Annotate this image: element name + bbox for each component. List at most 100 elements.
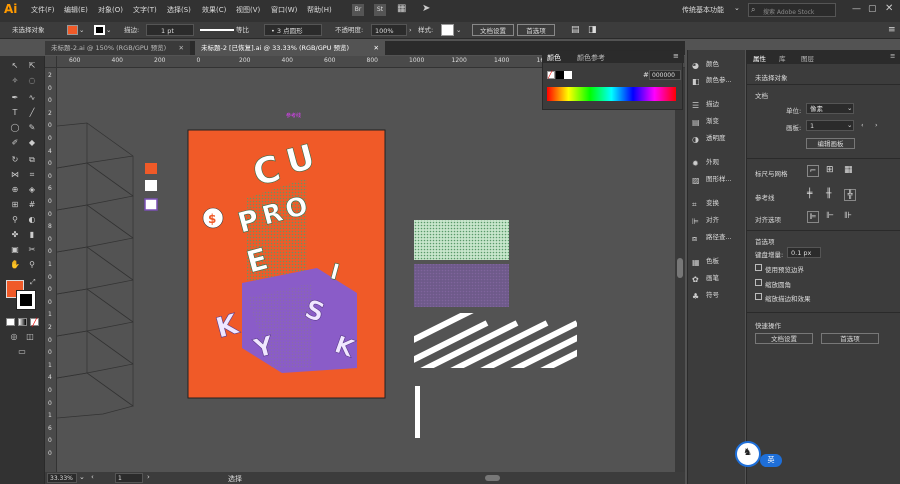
scale-corners-checkbox[interactable]	[755, 279, 762, 286]
stroke-profile-preview[interactable]	[200, 29, 234, 31]
draw-mode-icon[interactable]: ◎	[8, 331, 20, 342]
dock-item-color[interactable]: ◕ 颜色	[692, 58, 719, 70]
screen-mode-icon[interactable]: ▭	[16, 346, 28, 357]
swatch-orange[interactable]	[145, 163, 157, 174]
bridge-button[interactable]: Br	[352, 4, 364, 16]
stroke-profile[interactable]: 等比	[236, 24, 249, 36]
chevron-down-icon[interactable]: ⌄	[456, 24, 461, 36]
transparency-grid-icon[interactable]: ▦	[844, 165, 853, 175]
pen-tool-icon[interactable]: ✒	[9, 92, 21, 103]
eraser-icon[interactable]: ◆	[26, 137, 38, 148]
none-color-icon[interactable]: ╱	[547, 71, 555, 79]
dock-item-transform[interactable]: ⌗ 变换	[692, 197, 719, 209]
close-icon[interactable]: ✕	[179, 41, 184, 55]
opacity-input[interactable]: 100%	[371, 24, 407, 36]
chevron-down-icon[interactable]: ⌄	[79, 473, 85, 481]
selection-tool-icon[interactable]: ↖	[9, 60, 21, 71]
tab-color-guide[interactable]: 颜色参考	[577, 53, 605, 63]
chevron-down-icon[interactable]: ⌄	[79, 24, 84, 36]
stock-search-input[interactable]: ⌕ 搜索 Adobe Stock	[748, 3, 836, 17]
shape-builder-icon[interactable]: ⊕	[9, 184, 21, 195]
menu-view[interactable]: 视图(V)	[236, 5, 260, 15]
arrange-documents-icon[interactable]: ▦	[397, 3, 406, 14]
blend-tool-icon[interactable]: ◐	[26, 214, 38, 225]
tab-libraries[interactable]: 库	[779, 53, 786, 63]
type-tool-icon[interactable]: T	[9, 107, 21, 118]
ime-avatar[interactable]: ♞	[735, 441, 761, 467]
dock-item-swatches[interactable]: ▦ 色板	[692, 255, 719, 267]
menu-file[interactable]: 文件(F)	[31, 5, 55, 15]
dock-item-appearance[interactable]: ✹ 外观	[692, 156, 719, 168]
quick-document-setup-button[interactable]: 文档设置	[755, 333, 813, 344]
next-artboard-icon[interactable]: ›	[147, 473, 150, 481]
menu-select[interactable]: 选择(S)	[167, 5, 191, 15]
swatch-white[interactable]	[145, 180, 157, 191]
width-tool-icon[interactable]: ⋈	[9, 169, 21, 180]
scroll-thumb[interactable]	[677, 258, 683, 278]
ruler-toggle-icon[interactable]: ⌐	[807, 165, 819, 177]
stroke-weight-input[interactable]: 1 pt	[146, 24, 194, 36]
quick-preferences-button[interactable]: 首选项	[821, 333, 879, 344]
chevron-down-icon[interactable]: ⌄	[847, 104, 852, 112]
eyedropper-icon[interactable]: ⚲	[9, 214, 21, 225]
dock-item-pathfinder[interactable]: ⧈ 路径查...	[692, 231, 732, 243]
artboard-number[interactable]: 1	[115, 473, 143, 483]
scale-strokes-checkbox[interactable]	[755, 293, 762, 300]
scale-tool-icon[interactable]: ⧉	[26, 154, 38, 165]
horizontal-scroll-thumb[interactable]	[485, 475, 500, 481]
tab-document-1[interactable]: 未标题-2.ai @ 150% (RGB/GPU 预览) ✕	[45, 41, 190, 55]
artboard-tool-icon[interactable]: ▣	[9, 244, 21, 255]
dock-item-align[interactable]: ⊫ 对齐	[692, 214, 719, 226]
mesh-tool-icon[interactable]: #	[26, 199, 38, 210]
black-color-chip[interactable]	[556, 71, 564, 79]
white-color-chip[interactable]	[564, 71, 572, 79]
shaper-tool-icon[interactable]: ✐	[9, 137, 21, 148]
keyboard-increment-input[interactable]: 0.1 px	[787, 247, 821, 258]
dock-item-symbols[interactable]: ♣ 符号	[692, 289, 719, 301]
ellipse-tool-icon[interactable]: ◯	[9, 122, 21, 133]
lasso-icon[interactable]: ◌	[26, 75, 38, 86]
menu-text[interactable]: 文字(T)	[133, 5, 157, 15]
stroke-color-swatch[interactable]	[16, 290, 36, 310]
none-mode-icon[interactable]: ╱	[30, 318, 39, 327]
dock-item-stroke[interactable]: ☰ 描边	[692, 98, 719, 110]
mask-icon[interactable]: ◨	[588, 24, 597, 36]
menu-window[interactable]: 窗口(W)	[271, 5, 297, 15]
tab-document-2[interactable]: 未标题-2 [已恢复].ai @ 33.33% (RGB/GPU 预览) ✕	[195, 41, 385, 55]
canvas[interactable]: 参考线 C U P R O E I S K Y K $	[57, 68, 675, 472]
minimize-icon[interactable]: —	[852, 4, 861, 14]
gradient-mode-icon[interactable]	[18, 318, 27, 326]
brush-select[interactable]: • 3 点圆形	[264, 24, 322, 36]
menu-object[interactable]: 对象(O)	[98, 5, 123, 15]
show-guides-icon[interactable]: ╪	[807, 189, 812, 199]
swap-colors-icon[interactable]: ⤢	[30, 278, 36, 287]
perspective-grid-icon[interactable]: ⊞	[9, 199, 21, 210]
stroke-swatch[interactable]	[94, 25, 105, 35]
send-icon[interactable]: ➤	[422, 3, 430, 14]
close-icon[interactable]: ✕	[374, 41, 379, 55]
dock-item-gradient[interactable]: ▤ 渐变	[692, 115, 719, 127]
chevron-down-icon[interactable]: ⌄	[734, 4, 740, 12]
vertical-scrollbar[interactable]	[675, 68, 685, 472]
document-setup-button[interactable]: 文档设置	[472, 24, 514, 36]
chevron-down-icon[interactable]: ⌄	[106, 24, 111, 36]
fill-swatch[interactable]	[67, 25, 78, 35]
line-tool-icon[interactable]: ╱	[26, 107, 38, 118]
menu-help[interactable]: 帮助(H)	[307, 5, 332, 15]
zoom-tool-icon[interactable]: ⚲	[26, 259, 38, 270]
hex-input[interactable]: 000000	[649, 70, 681, 80]
ime-language-badge[interactable]: 英	[760, 454, 782, 467]
symbol-sprayer-icon[interactable]: ✤	[9, 229, 21, 240]
arrange-icon[interactable]: ▤	[571, 24, 580, 36]
dock-item-color-guide[interactable]: ◧ 颜色参...	[692, 74, 732, 86]
smart-guides-icon[interactable]: ╬	[844, 189, 856, 201]
tab-layers[interactable]: 图层	[801, 53, 814, 63]
workspace-switcher[interactable]: 传统基本功能	[682, 5, 724, 15]
direct-selection-tool-icon[interactable]: ⇱	[26, 60, 38, 71]
stock-button[interactable]: St	[374, 4, 386, 16]
close-icon[interactable]: ✕	[885, 3, 893, 14]
paintbrush-icon[interactable]: ✎	[26, 122, 38, 133]
align-to-key-icon[interactable]: ⊩	[826, 211, 834, 221]
chevron-right-icon[interactable]: ›	[409, 24, 412, 36]
color-mode-icon[interactable]	[6, 318, 15, 326]
